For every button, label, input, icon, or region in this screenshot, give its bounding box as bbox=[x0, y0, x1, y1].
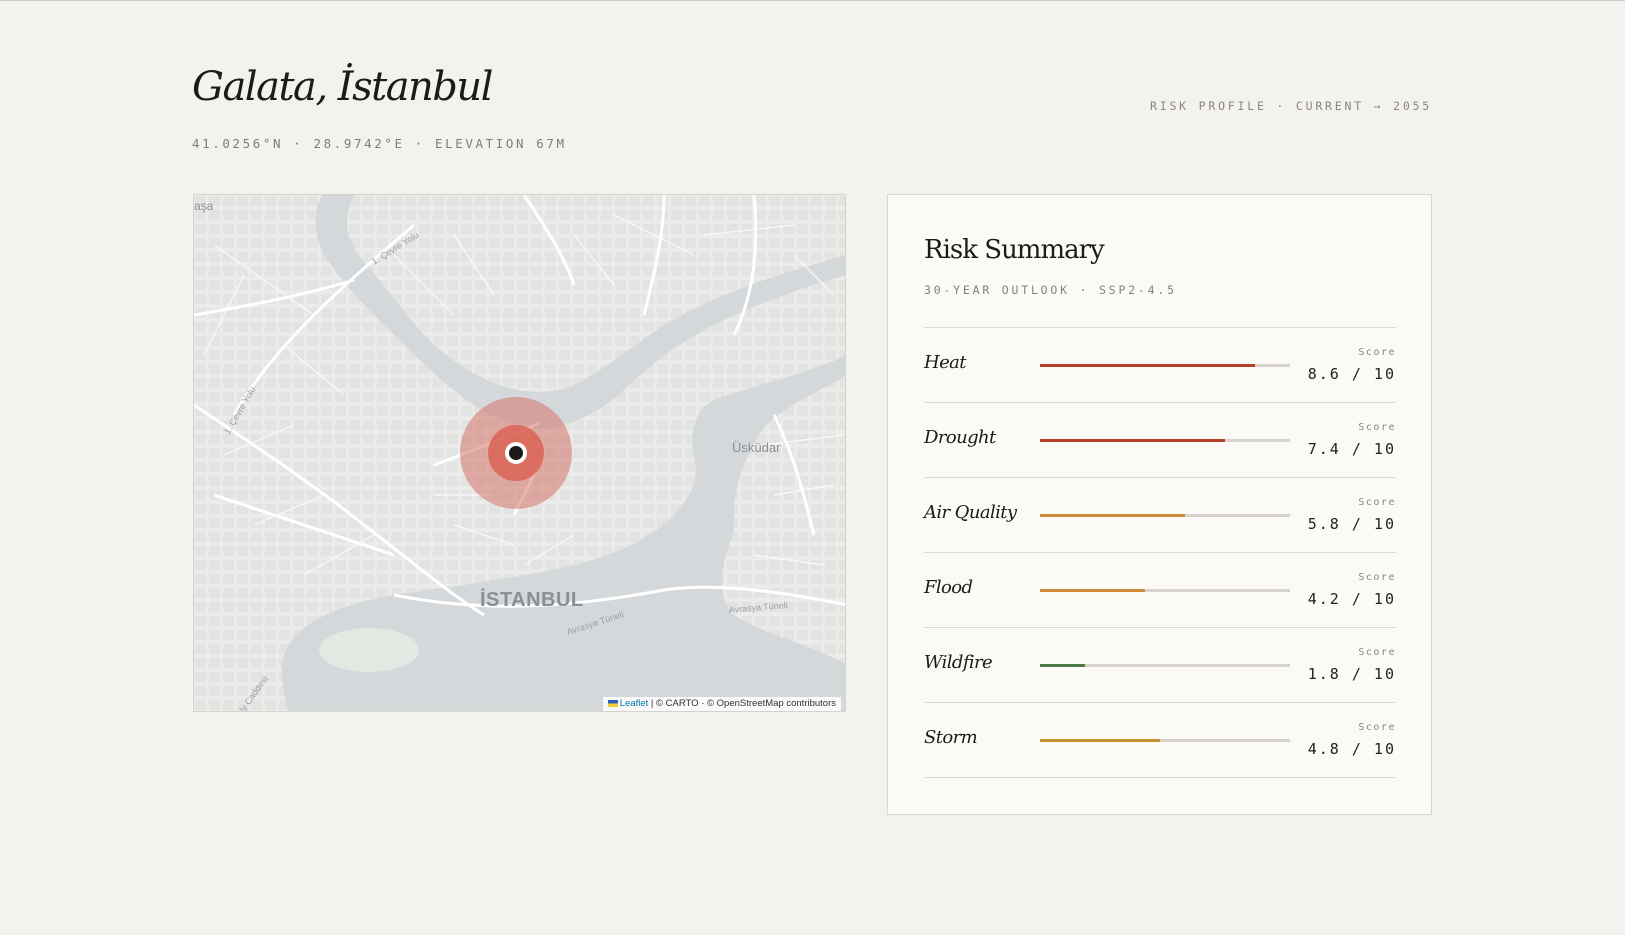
risk-name: Storm bbox=[924, 727, 978, 748]
risk-bar-track bbox=[1040, 514, 1290, 517]
attribution-text: | © CARTO · © OpenStreetMap contributors bbox=[650, 698, 836, 709]
map-label-istanbul: İSTANBUL bbox=[480, 588, 584, 611]
map[interactable]: İSTANBUL Üsküdar aşa 1. Çevre Yolu 1. Çe… bbox=[193, 194, 846, 712]
risk-row-drought: Drought Score 7.4 / 10 bbox=[924, 403, 1396, 478]
risk-list: Heat Score 8.6 / 10 Drought Score 7.4 / … bbox=[924, 327, 1396, 778]
leaflet-link[interactable]: Leaflet bbox=[620, 698, 649, 709]
score-label: Score bbox=[1358, 722, 1396, 733]
risk-bar-fill bbox=[1040, 589, 1145, 592]
risk-profile-label: RISK PROFILE · CURRENT → 2055 bbox=[1150, 99, 1432, 113]
risk-name: Heat bbox=[924, 352, 967, 373]
score-value: 7.4 / 10 bbox=[1307, 440, 1396, 458]
score-label: Score bbox=[1358, 647, 1396, 658]
score-value: 4.2 / 10 bbox=[1307, 590, 1396, 608]
risk-row-wildfire: Wildfire Score 1.8 / 10 bbox=[924, 628, 1396, 703]
risk-bar-fill bbox=[1040, 439, 1225, 442]
score-value: 8.6 / 10 bbox=[1307, 365, 1396, 383]
park-area bbox=[319, 628, 419, 672]
risk-bar-fill bbox=[1040, 514, 1185, 517]
risk-row-air-quality: Air Quality Score 5.8 / 10 bbox=[924, 478, 1396, 553]
map-label-corner: aşa bbox=[194, 199, 214, 213]
location-title: Galata, İstanbul bbox=[192, 64, 493, 110]
panel-title: Risk Summary bbox=[924, 235, 1105, 265]
risk-summary-panel: Risk Summary 30-YEAR OUTLOOK · SSP2-4.5 … bbox=[887, 194, 1432, 815]
risk-bar-track bbox=[1040, 439, 1290, 442]
map-tiles[interactable]: İSTANBUL Üsküdar aşa 1. Çevre Yolu 1. Çe… bbox=[194, 195, 846, 712]
risk-bar-track bbox=[1040, 664, 1290, 667]
risk-name: Drought bbox=[924, 427, 996, 448]
risk-name: Wildfire bbox=[924, 652, 993, 673]
location-marker-dot bbox=[509, 446, 523, 460]
risk-bar-fill bbox=[1040, 739, 1160, 742]
risk-bar-track bbox=[1040, 589, 1290, 592]
risk-bar-track bbox=[1040, 739, 1290, 742]
risk-row-flood: Flood Score 4.2 / 10 bbox=[924, 553, 1396, 628]
score-label: Score bbox=[1358, 347, 1396, 358]
map-attribution: Leaflet | © CARTO · © OpenStreetMap cont… bbox=[602, 697, 841, 711]
risk-bar-fill bbox=[1040, 364, 1255, 367]
risk-bar-fill bbox=[1040, 664, 1085, 667]
risk-row-storm: Storm Score 4.8 / 10 bbox=[924, 703, 1396, 778]
score-label: Score bbox=[1358, 422, 1396, 433]
risk-name: Flood bbox=[924, 577, 973, 598]
risk-bar-track bbox=[1040, 364, 1290, 367]
ukraine-flag-icon bbox=[607, 699, 618, 707]
score-value: 4.8 / 10 bbox=[1307, 740, 1396, 758]
risk-row-heat: Heat Score 8.6 / 10 bbox=[924, 328, 1396, 403]
score-value: 1.8 / 10 bbox=[1307, 665, 1396, 683]
score-label: Score bbox=[1358, 572, 1396, 583]
score-label: Score bbox=[1358, 497, 1396, 508]
map-label-uskudar: Üsküdar bbox=[732, 440, 781, 455]
score-value: 5.8 / 10 bbox=[1307, 515, 1396, 533]
risk-name: Air Quality bbox=[924, 502, 1017, 523]
panel-subtitle: 30-YEAR OUTLOOK · SSP2-4.5 bbox=[924, 283, 1177, 297]
coordinates-line: 41.0256°N · 28.9742°E · ELEVATION 67M bbox=[192, 136, 567, 151]
